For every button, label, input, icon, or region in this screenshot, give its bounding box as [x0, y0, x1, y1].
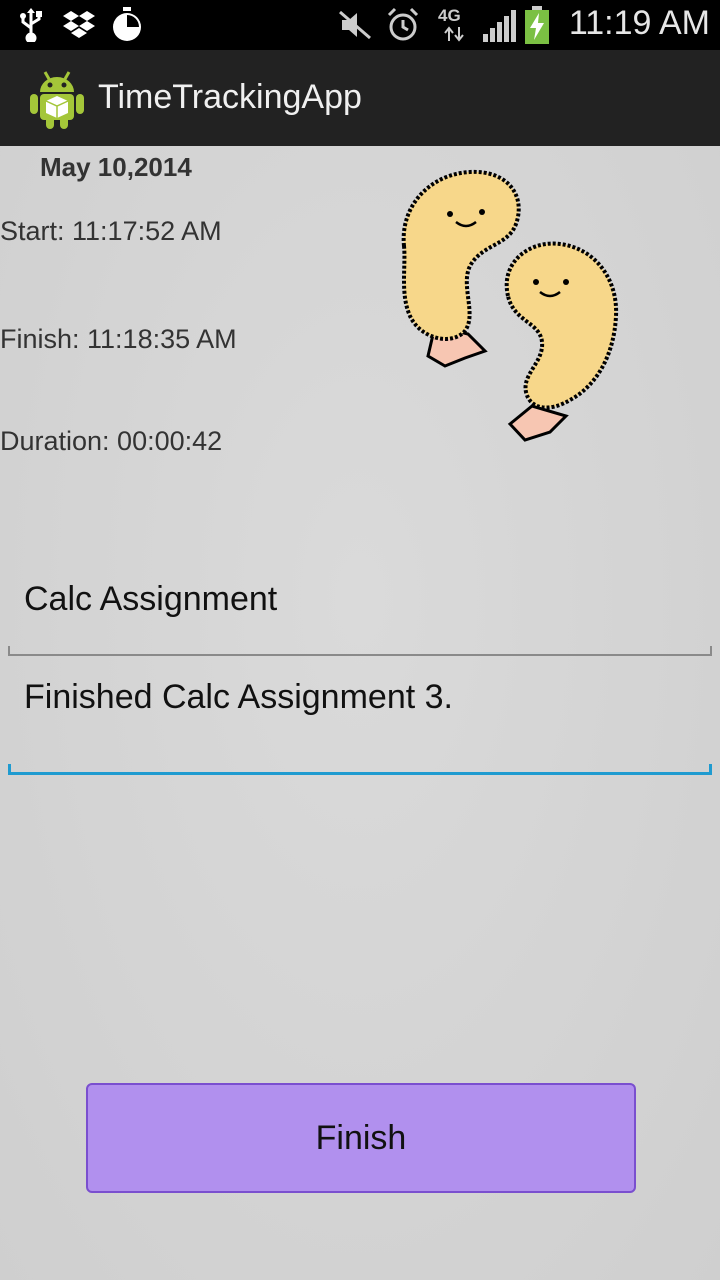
- android-app-icon: [30, 71, 84, 129]
- shrimp-illustration: [401, 169, 619, 442]
- notes-field[interactable]: Finished Calc Assignment 3.: [8, 656, 712, 775]
- task-name-field[interactable]: Calc Assignment: [8, 566, 712, 656]
- signal-icon: [483, 10, 516, 42]
- data-arrows-icon: [444, 26, 464, 42]
- finish-button[interactable]: Finish: [86, 1083, 636, 1193]
- start-time-label: Start: 11:17:52 AM: [0, 216, 222, 246]
- app-title: TimeTrackingApp: [98, 78, 362, 116]
- status-bar: 4G 11:19 AM: [0, 0, 720, 50]
- timer-icon: [113, 7, 141, 41]
- action-bar: TimeTrackingApp: [0, 50, 720, 146]
- main-content: May 10,2014 Start: 11:17:52 AM Finish: 1…: [0, 146, 720, 1280]
- network-4g-icon: 4G: [438, 6, 461, 25]
- session-date: May 10,2014: [40, 152, 192, 182]
- alarm-icon: [387, 7, 419, 41]
- usb-icon: [20, 8, 42, 42]
- dropbox-icon: [63, 11, 95, 38]
- status-time: 11:19 AM: [568, 4, 710, 42]
- finish-time-label: Finish: 11:18:35 AM: [0, 324, 237, 354]
- duration-label: Duration: 00:00:42: [0, 426, 223, 456]
- mute-icon: [339, 10, 371, 40]
- battery-charging-icon: [525, 6, 549, 44]
- notes-text: Finished Calc Assignment 3.: [24, 678, 453, 716]
- task-name-text: Calc Assignment: [24, 580, 278, 618]
